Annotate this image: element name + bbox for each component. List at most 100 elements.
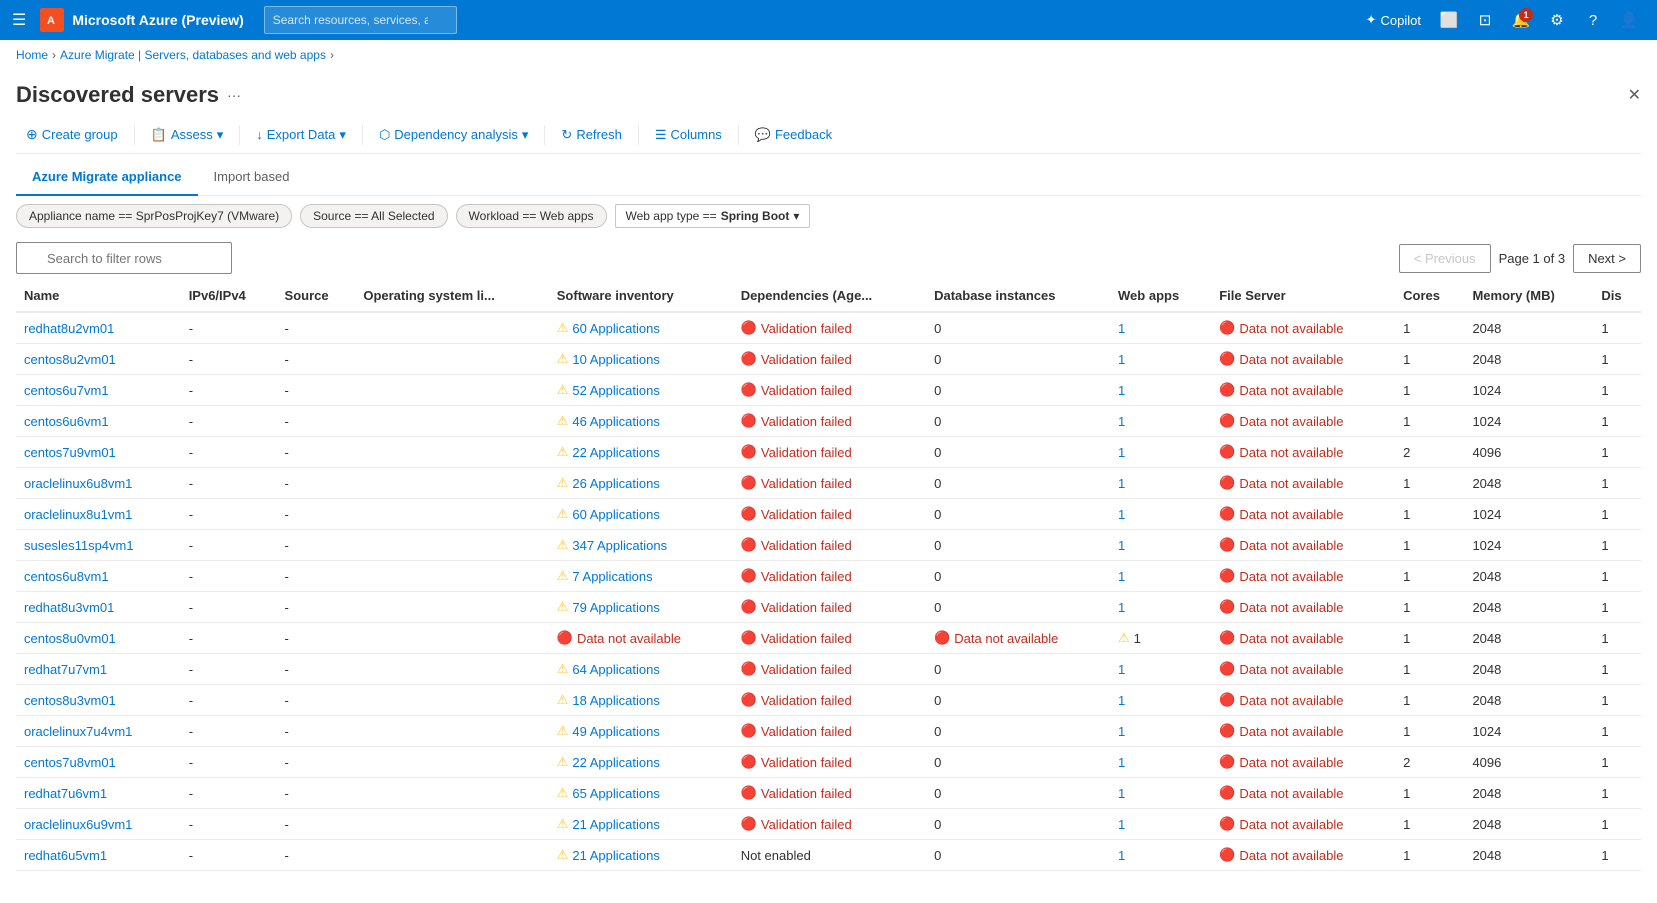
- filter-workload[interactable]: Workload == Web apps: [456, 204, 607, 228]
- previous-button[interactable]: < Previous: [1399, 244, 1491, 273]
- software-count-link[interactable]: 10 Applications: [572, 352, 659, 367]
- server-name-link[interactable]: centos6u8vm1: [24, 569, 109, 584]
- server-name-link[interactable]: oraclelinux7u4vm1: [24, 724, 132, 739]
- webapp-count-link[interactable]: 1: [1118, 724, 1125, 739]
- col-software[interactable]: Software inventory: [549, 280, 733, 312]
- dep-error-icon: 🔴: [741, 537, 757, 553]
- col-dis[interactable]: Dis: [1593, 280, 1641, 312]
- refresh-button[interactable]: ↻ Refresh: [551, 121, 631, 149]
- cast-icon[interactable]: ⊡: [1469, 4, 1501, 36]
- webapp-count-link[interactable]: 1: [1118, 383, 1125, 398]
- software-count-link[interactable]: 26 Applications: [572, 476, 659, 491]
- webapp-count-link[interactable]: 1: [1118, 569, 1125, 584]
- hamburger-menu-icon[interactable]: ☰: [12, 10, 26, 30]
- col-memory[interactable]: Memory (MB): [1464, 280, 1593, 312]
- next-button[interactable]: Next >: [1573, 244, 1641, 273]
- server-name-link[interactable]: centos7u8vm01: [24, 755, 116, 770]
- webapp-count-link[interactable]: 1: [1118, 786, 1125, 801]
- col-source[interactable]: Source: [277, 280, 356, 312]
- webapp-count-link[interactable]: 1: [1118, 414, 1125, 429]
- server-name-link[interactable]: redhat8u2vm01: [24, 321, 114, 336]
- user-icon[interactable]: 👤: [1613, 4, 1645, 36]
- server-name-link[interactable]: centos6u7vm1: [24, 383, 109, 398]
- breadcrumb-home[interactable]: Home: [16, 48, 48, 62]
- columns-button[interactable]: ☰ Columns: [645, 121, 732, 149]
- col-webapps[interactable]: Web apps: [1110, 280, 1211, 312]
- server-name-link[interactable]: oraclelinux8u1vm1: [24, 507, 132, 522]
- col-ipv[interactable]: IPv6/IPv4: [181, 280, 277, 312]
- webapp-count-link[interactable]: 1: [1118, 352, 1125, 367]
- software-count-link[interactable]: 18 Applications: [572, 693, 659, 708]
- feedback-button[interactable]: 💬 Feedback: [745, 121, 842, 149]
- server-name-link[interactable]: oraclelinux6u9vm1: [24, 817, 132, 832]
- software-count-link[interactable]: 64 Applications: [572, 662, 659, 677]
- webapp-count-link[interactable]: 1: [1118, 538, 1125, 553]
- software-count-link[interactable]: 22 Applications: [572, 445, 659, 460]
- settings-icon[interactable]: ⚙: [1541, 4, 1573, 36]
- filter-web-app-type[interactable]: Web app type == Spring Boot ▾: [615, 204, 811, 228]
- server-name-link[interactable]: centos8u3vm01: [24, 693, 116, 708]
- tab-import-based[interactable]: Import based: [198, 159, 306, 196]
- col-dependencies[interactable]: Dependencies (Age...: [733, 280, 926, 312]
- software-count-link[interactable]: 60 Applications: [572, 321, 659, 336]
- export-data-button[interactable]: ↓ Export Data ▾: [246, 121, 356, 149]
- webapp-count-link[interactable]: 1: [1118, 662, 1125, 677]
- server-name-link[interactable]: oraclelinux6u8vm1: [24, 476, 132, 491]
- server-name-link[interactable]: centos8u0vm01: [24, 631, 116, 646]
- software-count-link[interactable]: 52 Applications: [572, 383, 659, 398]
- software-count-link[interactable]: 49 Applications: [572, 724, 659, 739]
- filter-source[interactable]: Source == All Selected: [300, 204, 447, 228]
- dep-error-icon: 🔴: [741, 568, 757, 584]
- col-name[interactable]: Name: [16, 280, 181, 312]
- create-group-button[interactable]: ⊕ Create group: [16, 120, 128, 149]
- server-name-link[interactable]: susesles11sp4vm1: [24, 538, 134, 553]
- webapp-count-link[interactable]: 1: [1118, 321, 1125, 336]
- col-fileserver[interactable]: File Server: [1211, 280, 1395, 312]
- webapp-count-link[interactable]: 1: [1118, 817, 1125, 832]
- software-count-link[interactable]: 21 Applications: [572, 817, 659, 832]
- software-count-link[interactable]: 7 Applications: [572, 569, 652, 584]
- server-name-link[interactable]: centos6u6vm1: [24, 414, 109, 429]
- software-count-link[interactable]: 65 Applications: [572, 786, 659, 801]
- col-database[interactable]: Database instances: [926, 280, 1110, 312]
- cell-software: ⚠60 Applications: [549, 312, 733, 344]
- software-count-link[interactable]: 22 Applications: [572, 755, 659, 770]
- server-name-link[interactable]: redhat7u7vm1: [24, 662, 107, 677]
- webapp-count-link[interactable]: 1: [1118, 693, 1125, 708]
- server-name-link[interactable]: centos7u9vm01: [24, 445, 116, 460]
- software-count-link[interactable]: 60 Applications: [572, 507, 659, 522]
- webapp-count-link[interactable]: 1: [1118, 445, 1125, 460]
- webapp-count-link[interactable]: 1: [1118, 600, 1125, 615]
- help-icon[interactable]: ?: [1577, 4, 1609, 36]
- webapp-count-link[interactable]: 1: [1118, 476, 1125, 491]
- server-name-link[interactable]: redhat7u6vm1: [24, 786, 107, 801]
- page-options-icon[interactable]: ···: [227, 87, 241, 103]
- cell-fileserver: 🔴Data not available: [1211, 437, 1395, 468]
- global-search-input[interactable]: [264, 6, 457, 34]
- tab-azure-migrate-appliance[interactable]: Azure Migrate appliance: [16, 159, 198, 196]
- cell-name: susesles11sp4vm1: [16, 530, 181, 561]
- fs-unavailable-label: Data not available: [1239, 569, 1343, 584]
- filter-appliance-name[interactable]: Appliance name == SprPosProjKey7 (VMware…: [16, 204, 292, 228]
- server-name-link[interactable]: centos8u2vm01: [24, 352, 116, 367]
- software-count-link[interactable]: 79 Applications: [572, 600, 659, 615]
- copilot-button[interactable]: ✦ Copilot: [1358, 4, 1429, 36]
- assess-button[interactable]: 📋 Assess ▾: [141, 121, 234, 149]
- search-input[interactable]: [16, 242, 232, 274]
- server-name-link[interactable]: redhat8u3vm01: [24, 600, 114, 615]
- webapp-count-link[interactable]: 1: [1118, 507, 1125, 522]
- webapp-count-link[interactable]: 1: [1118, 755, 1125, 770]
- breadcrumb-azure-migrate[interactable]: Azure Migrate | Servers, databases and w…: [60, 48, 326, 62]
- dependency-analysis-button[interactable]: ⬡ Dependency analysis ▾: [369, 121, 538, 149]
- webapp-count-link[interactable]: 1: [1118, 848, 1125, 863]
- software-count-link[interactable]: 46 Applications: [572, 414, 659, 429]
- software-count-link[interactable]: 21 Applications: [572, 848, 659, 863]
- server-name-link[interactable]: redhat6u5vm1: [24, 848, 107, 863]
- notifications-icon[interactable]: 🔔 1: [1505, 4, 1537, 36]
- col-cores[interactable]: Cores: [1395, 280, 1464, 312]
- cell-cores: 1: [1395, 809, 1464, 840]
- software-count-link[interactable]: 347 Applications: [572, 538, 667, 553]
- close-button[interactable]: ✕: [1628, 85, 1641, 105]
- screen-icon[interactable]: ⬜: [1433, 4, 1465, 36]
- col-os[interactable]: Operating system li...: [355, 280, 548, 312]
